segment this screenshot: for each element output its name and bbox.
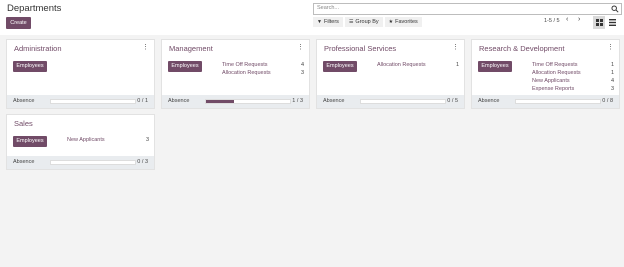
stat-row[interactable]: Allocation Requests 1 xyxy=(532,69,614,77)
stat-value: 1 xyxy=(610,62,614,68)
stat-value: 4 xyxy=(300,62,304,68)
pager-value[interactable]: 1-5 / 5 xyxy=(544,18,560,24)
card-stats: New Applicants 3 xyxy=(67,136,149,144)
chevron-left-icon[interactable]: ‹ xyxy=(566,16,568,23)
page-title: Departments xyxy=(7,3,62,14)
stat-label: Allocation Requests xyxy=(377,62,426,68)
list-view-icon[interactable] xyxy=(606,16,618,29)
stat-label: New Applicants xyxy=(67,137,105,143)
stat-row[interactable]: New Applicants 3 xyxy=(67,136,149,144)
group-by-icon: ☰ xyxy=(348,19,354,25)
absence-label: Absence xyxy=(168,98,190,104)
employees-button[interactable]: Employees xyxy=(168,61,202,72)
absence-progress-bar xyxy=(50,160,136,165)
stat-row[interactable]: New Applicants 4 xyxy=(532,77,614,85)
stat-row[interactable]: Time Off Requests 1 xyxy=(532,61,614,69)
group-by-label: Group By xyxy=(355,19,379,25)
filter-icon: ▼ xyxy=(317,19,322,25)
search-icon[interactable] xyxy=(611,5,619,13)
stat-value: 1 xyxy=(455,62,459,68)
stat-label: Time Off Requests xyxy=(222,62,268,68)
department-card[interactable]: Management ⋮ Employees Time Off Requests… xyxy=(161,39,310,109)
absence-label: Absence xyxy=(13,159,35,165)
search-placeholder: Search... xyxy=(317,5,340,11)
group-by-button[interactable]: ☰ Group By xyxy=(344,17,383,27)
absence-label: Absence xyxy=(478,98,500,104)
absence-progress-bar xyxy=(205,99,291,104)
search-input[interactable]: Search... xyxy=(313,3,622,15)
absence-progress-bar xyxy=(360,99,446,104)
absence-count: 1 / 3 xyxy=(292,98,303,104)
stat-value: 3 xyxy=(145,137,149,143)
stat-value: 4 xyxy=(610,78,614,84)
stat-value: 3 xyxy=(610,86,614,92)
kebab-menu-icon[interactable]: ⋮ xyxy=(607,43,614,51)
department-card[interactable]: Sales Employees New Applicants 3 Absence… xyxy=(6,114,155,170)
stat-row[interactable]: Expense Reports 3 xyxy=(532,85,614,93)
create-button[interactable]: Create xyxy=(6,17,31,29)
kanban-view-icon[interactable] xyxy=(593,16,605,29)
stat-label: Expense Reports xyxy=(532,86,575,92)
employees-button[interactable]: Employees xyxy=(323,61,357,72)
card-title[interactable]: Administration xyxy=(14,44,62,53)
stat-row[interactable]: Time Off Requests 4 xyxy=(222,61,304,69)
absence-count: 0 / 8 xyxy=(602,98,613,104)
card-footer: Absence 0 / 5 xyxy=(317,95,464,108)
stat-label: Allocation Requests xyxy=(532,70,581,76)
card-stats: Allocation Requests 1 xyxy=(377,61,459,69)
stat-row[interactable]: Allocation Requests 3 xyxy=(222,69,304,77)
department-card[interactable]: Research & Development ⋮ Employees Time … xyxy=(471,39,620,109)
stat-row[interactable]: Allocation Requests 1 xyxy=(377,61,459,69)
card-stats: Time Off Requests 1 Allocation Requests … xyxy=(532,61,614,93)
absence-label: Absence xyxy=(323,98,345,104)
kebab-menu-icon[interactable]: ⋮ xyxy=(452,43,459,51)
card-title[interactable]: Professional Services xyxy=(324,44,396,53)
card-footer: Absence 0 / 8 xyxy=(472,95,619,108)
control-panel: Departments Create Search... ▼ Filters ☰… xyxy=(0,0,624,35)
absence-progress-bar xyxy=(515,99,601,104)
card-footer: Absence 0 / 3 xyxy=(7,156,154,169)
stat-value: 1 xyxy=(610,70,614,76)
card-footer: Absence 0 / 1 xyxy=(7,95,154,108)
card-title[interactable]: Research & Development xyxy=(479,44,564,53)
stat-label: Time Off Requests xyxy=(532,62,578,68)
department-card[interactable]: Professional Services ⋮ Employees Alloca… xyxy=(316,39,465,109)
absence-count: 0 / 5 xyxy=(447,98,458,104)
star-icon: ★ xyxy=(388,19,394,25)
stat-value: 3 xyxy=(300,70,304,76)
card-title[interactable]: Sales xyxy=(14,119,33,128)
absence-count: 0 / 3 xyxy=(137,159,148,165)
chevron-right-icon[interactable]: › xyxy=(578,16,580,23)
filters-label: Filters xyxy=(323,19,339,25)
card-footer: Absence 1 / 3 xyxy=(162,95,309,108)
department-card[interactable]: Administration ⋮ Employees Absence 0 / 1 xyxy=(6,39,155,109)
employees-button[interactable]: Employees xyxy=(478,61,512,72)
filters-button[interactable]: ▼ Filters xyxy=(313,17,343,27)
kebab-menu-icon[interactable]: ⋮ xyxy=(297,43,304,51)
absence-label: Absence xyxy=(13,98,35,104)
absence-progress-bar xyxy=(50,99,136,104)
favorites-label: Favorites xyxy=(395,19,418,25)
kebab-menu-icon[interactable]: ⋮ xyxy=(142,43,149,51)
employees-button[interactable]: Employees xyxy=(13,61,47,72)
card-title[interactable]: Management xyxy=(169,44,213,53)
favorites-button[interactable]: ★ Favorites xyxy=(384,17,422,27)
employees-button[interactable]: Employees xyxy=(13,136,47,147)
search-options: ▼ Filters ☰ Group By ★ Favorites xyxy=(313,17,422,27)
stat-label: Allocation Requests xyxy=(222,70,271,76)
card-stats: Time Off Requests 4 Allocation Requests … xyxy=(222,61,304,77)
stat-label: New Applicants xyxy=(532,78,570,84)
absence-count: 0 / 1 xyxy=(137,98,148,104)
